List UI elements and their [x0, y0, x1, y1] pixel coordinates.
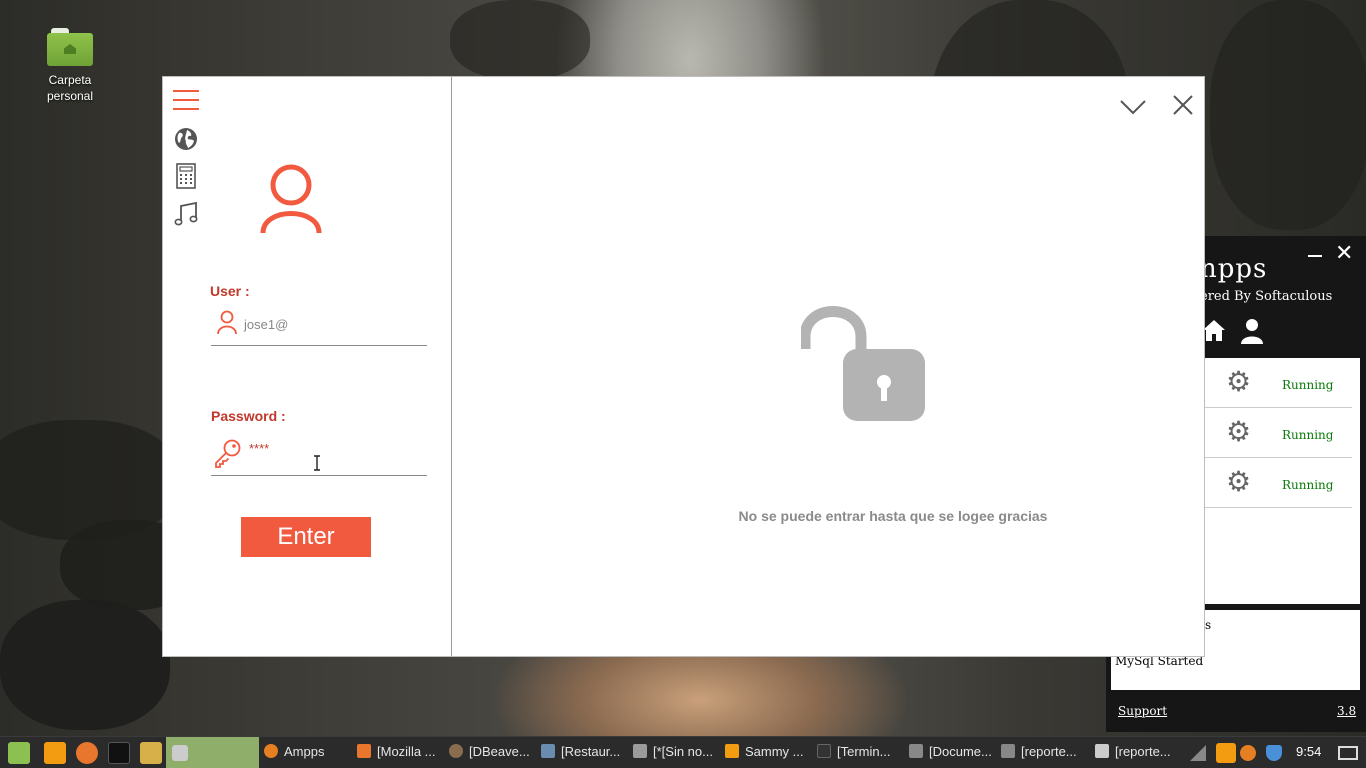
text-cursor-icon — [314, 455, 320, 471]
ampps-subtitle: ered By Softaculous — [1200, 289, 1333, 304]
key-icon — [215, 439, 241, 468]
task-report-1[interactable]: [reporte... — [1001, 744, 1087, 764]
minimize-icon[interactable] — [1306, 246, 1324, 264]
ampps-app-icon[interactable] — [172, 745, 188, 761]
password-input[interactable]: **** — [249, 441, 269, 456]
taskbar: Ampps [Mozilla ... [DBeave... [Restaur..… — [0, 736, 1366, 768]
ampps-title: npps — [1200, 254, 1268, 284]
vlc-tray-icon[interactable] — [1216, 743, 1236, 763]
user-label: User : — [210, 283, 250, 299]
globe-icon[interactable] — [173, 126, 199, 152]
enter-button[interactable]: Enter — [241, 517, 371, 557]
terminal-icon[interactable] — [108, 742, 130, 764]
task-sammy[interactable]: Sammy ... — [725, 744, 811, 764]
close-icon[interactable] — [1171, 93, 1195, 117]
ampps-close-icon[interactable]: ✕ — [1335, 243, 1353, 265]
services-panel: ⚙ Running ⚙ Running ⚙ Running — [1200, 358, 1360, 604]
folder-icon — [47, 28, 93, 66]
ampps-tray-icon[interactable] — [1240, 745, 1256, 761]
network-icon[interactable] — [1190, 745, 1206, 761]
clock[interactable]: 9:54 — [1296, 744, 1321, 759]
task-editor[interactable]: [*[Sin no... — [633, 744, 719, 764]
shield-icon[interactable] — [1266, 745, 1282, 761]
user-field[interactable]: jose1@ — [211, 305, 427, 346]
gear-icon[interactable]: ⚙ — [1226, 468, 1251, 496]
menu-icon[interactable] — [173, 87, 199, 113]
log-line: s — [1205, 618, 1212, 632]
service-row: ⚙ Running — [1200, 408, 1352, 458]
service-status: Running — [1282, 478, 1334, 492]
support-link[interactable]: Support — [1118, 704, 1167, 718]
password-label: Password : — [211, 408, 286, 424]
task-terminal[interactable]: [Termin... — [817, 744, 903, 764]
gear-icon[interactable]: ⚙ — [1226, 418, 1251, 446]
avatar-icon — [260, 164, 322, 234]
locked-message: No se puede entrar hasta que se logee gr… — [738, 508, 1048, 524]
task-dbeaver[interactable]: [DBeave... — [449, 744, 537, 764]
task-restaurant[interactable]: [Restaur... — [541, 744, 627, 764]
music-icon[interactable] — [173, 201, 199, 227]
user-input[interactable]: jose1@ — [244, 317, 288, 332]
task-report-2[interactable]: [reporte... — [1095, 744, 1177, 764]
desktop-icon-label: Carpeta personal — [46, 73, 94, 103]
menu-start-icon[interactable] — [8, 742, 30, 764]
gear-icon[interactable]: ⚙ — [1226, 368, 1251, 396]
user-icon — [217, 310, 237, 334]
service-status: Running — [1282, 378, 1334, 392]
task-document[interactable]: [Docume... — [909, 744, 995, 764]
user-icon[interactable] — [1240, 318, 1264, 344]
battery-icon[interactable] — [1338, 746, 1358, 760]
firefox-icon[interactable] — [76, 742, 98, 764]
chevron-down-icon[interactable] — [1118, 95, 1148, 117]
version-link[interactable]: 3.8 — [1337, 704, 1356, 718]
service-row: ⚙ Running — [1200, 358, 1352, 408]
files-icon[interactable] — [140, 742, 162, 764]
media-player-icon[interactable] — [44, 742, 66, 764]
task-mozilla[interactable]: [Mozilla ... — [357, 744, 442, 764]
login-pane: User : jose1@ Password : **** Enter — [163, 77, 452, 656]
service-row: ⚙ Running — [1200, 458, 1352, 508]
unlocked-padlock-icon — [801, 306, 925, 421]
desktop-icon-home-folder[interactable]: Carpeta personal — [38, 24, 102, 104]
home-icon[interactable] — [1202, 318, 1226, 342]
task-ampps[interactable]: Ampps — [264, 744, 334, 764]
service-status: Running — [1282, 428, 1334, 442]
login-window: User : jose1@ Password : **** Enter No s… — [162, 76, 1205, 657]
calculator-icon[interactable] — [173, 163, 199, 189]
